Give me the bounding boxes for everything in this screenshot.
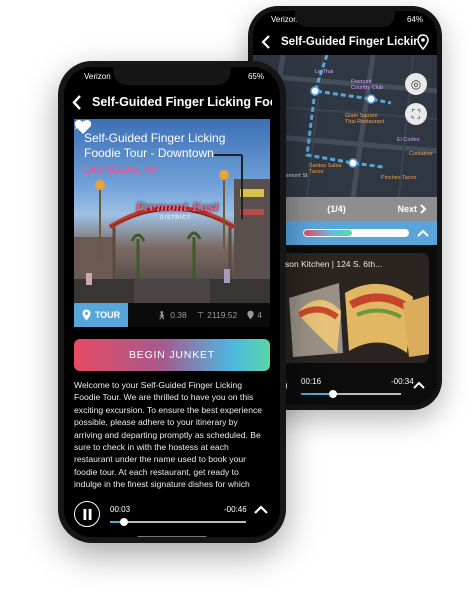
map-label: Container [409, 151, 433, 157]
tour-title: Self-Guided Finger Licking Foodie Tour -… [84, 131, 226, 160]
tour-badge: TOUR [74, 303, 128, 327]
map-label: Le Thai [315, 69, 334, 75]
tour-hero-image: Fremont East DISTRICT Self-Guided Finger… [74, 119, 270, 303]
chevron-up-icon[interactable] [417, 229, 429, 237]
restaurant-card[interactable]: son Kitchen | 124 S. 6th... [279, 253, 429, 363]
fullscreen-icon[interactable]: ⛶ [405, 103, 427, 125]
stops-value: 4 [257, 310, 262, 320]
carrier-label: Verizon [271, 15, 298, 24]
app-header: Self-Guided Finger Licking Food... [64, 87, 280, 117]
page-title: Self-Guided Finger Licking Food... [92, 95, 272, 109]
location-pin-icon[interactable] [417, 34, 429, 50]
pause-icon [83, 508, 91, 520]
notch [113, 67, 231, 85]
share-icon[interactable] [74, 119, 88, 131]
level-meter-fill [304, 230, 352, 236]
map-label: Fremont Country Club [351, 79, 384, 92]
level-meter [303, 229, 409, 237]
stop-counter: (1/4) [327, 204, 346, 214]
audio-player: 00:03 -00:46 [64, 495, 280, 537]
sign-subtext: DISTRICT [160, 215, 192, 221]
stops-stat: 4 [247, 310, 262, 320]
tour-description: Welcome to your Self-Guided Finger Licki… [74, 380, 263, 489]
progress-track[interactable] [110, 518, 246, 526]
home-indicator [137, 536, 207, 537]
chevron-right-icon [420, 204, 427, 214]
front-phone-screen: Verizon 65% Self-Guided Finger Licking F… [64, 67, 280, 537]
map-label: Glam Square Thai Restaurant [345, 113, 385, 126]
back-arrow-icon[interactable] [261, 35, 271, 49]
back-arrow-icon[interactable] [72, 94, 82, 110]
signpost-icon: ⊤ [196, 309, 205, 320]
sign-text: Fremont East [136, 201, 220, 214]
page-title: Self-Guided Finger Licking... [281, 36, 417, 48]
map-label: Pinches Tacos [381, 175, 417, 181]
tour-badge-label: TOUR [94, 310, 121, 320]
begin-junket-button[interactable]: BEGIN JUNKET [74, 339, 270, 371]
steps-stat: ⊤ 2119.52 [197, 310, 238, 321]
battery-label: 64% [406, 15, 423, 24]
location-pin-icon [247, 310, 254, 320]
front-phone: Verizon 65% Self-Guided Finger Licking F… [58, 61, 286, 543]
battery-label: 65% [247, 72, 264, 81]
walking-icon: 🚶︎ [156, 309, 168, 320]
chevron-up-icon[interactable] [413, 381, 425, 389]
taco-photo [279, 253, 429, 363]
tour-location: LAS VEGAS, NV [84, 165, 158, 176]
current-time: 00:16 [301, 377, 322, 386]
remaining-time: -00:34 [391, 377, 414, 386]
next-label: Next [397, 204, 417, 214]
pause-button[interactable] [74, 501, 100, 527]
map-label: Santos Salsa Tacos [309, 163, 342, 176]
remaining-time: -00:46 [224, 505, 247, 514]
app-header: Self-Guided Finger Licking... [253, 29, 437, 55]
distance-value: 0.38 [170, 310, 187, 320]
map-label: El Cortez [397, 137, 420, 143]
progress-knob[interactable] [329, 390, 337, 398]
location-pin-icon [82, 309, 91, 321]
steps-value: 2119.52 [207, 310, 238, 320]
notch [295, 11, 395, 27]
progress-track[interactable] [301, 390, 401, 398]
carrier-label: Verizon [84, 72, 111, 81]
card-title: son Kitchen | 124 S. 6th... [285, 259, 383, 269]
progress-knob[interactable] [119, 518, 128, 526]
distance-stat: 🚶︎ 0.38 [156, 310, 186, 321]
locate-icon[interactable]: ◎ [405, 73, 427, 95]
current-time: 00:03 [110, 505, 131, 514]
chevron-up-icon[interactable] [254, 505, 268, 514]
next-stop-button[interactable]: Next [397, 204, 427, 214]
tour-info-row: TOUR 🚶︎ 0.38 ⊤ 2119.52 4 [74, 303, 270, 327]
